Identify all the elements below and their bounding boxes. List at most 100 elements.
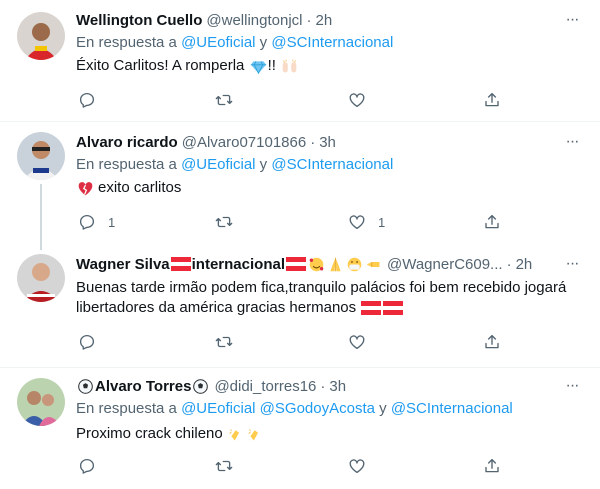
more-options-button[interactable]: ··· — [562, 132, 582, 152]
mention-link[interactable]: @SCInternacional — [391, 400, 513, 417]
tweet-text-part: Éxito Carlitos! A romperla — [76, 57, 249, 74]
flag-austria-icon — [361, 301, 382, 316]
retweet-icon — [215, 336, 233, 348]
heart-icon — [349, 215, 365, 230]
share-icon — [485, 214, 499, 229]
reply-button[interactable] — [78, 456, 108, 476]
tweet[interactable]: Alvaro Torres @didi_torres16 · 3h ··· En… — [0, 368, 600, 489]
user-name-suffix[interactable]: internacional — [192, 256, 285, 273]
reply-icon — [79, 334, 95, 350]
user-handle[interactable]: @wellingtonjcl — [206, 12, 302, 29]
mention-link[interactable]: @UEoficial — [181, 400, 255, 417]
tweet-feed: Wellington Cuello @wellingtonjcl · 2h ··… — [0, 0, 600, 489]
soccer-ball-icon — [193, 378, 209, 394]
like-count: 1 — [378, 214, 386, 230]
tweet[interactable]: Alvaro ricardo @Alvaro07101866 · 3h ··· … — [0, 122, 600, 250]
reply-button[interactable]: 1 — [78, 212, 115, 232]
reply-context: En respuesta a @UEoficial y @SCInternaci… — [76, 34, 393, 51]
mention-link[interactable]: @UEoficial — [181, 156, 255, 173]
like-button[interactable] — [348, 332, 378, 352]
reply-context: En respuesta a @UEoficial @SGodoyAcosta … — [76, 400, 513, 417]
like-button[interactable]: 1 — [348, 212, 385, 232]
share-button[interactable] — [483, 332, 501, 352]
mention-link[interactable]: @SCInternacional — [271, 156, 393, 173]
reply-icon — [79, 458, 95, 474]
tweet-text-part: Buenas tarde irmão podem fica,tranquilo … — [76, 279, 567, 316]
thread-connector — [40, 184, 42, 250]
timestamp[interactable]: 3h — [329, 378, 346, 395]
user-name[interactable]: Alvaro ricardo — [76, 134, 178, 151]
retweet-icon — [215, 94, 233, 106]
reply-join: y — [255, 156, 272, 173]
mention-link[interactable]: @UEoficial — [181, 34, 255, 51]
user-name[interactable]: Wagner Silva — [76, 256, 170, 273]
tweet-header: Alvaro ricardo @Alvaro07101866 · 3h — [76, 132, 336, 152]
reply-join: y — [374, 400, 391, 417]
avatar-image — [17, 378, 65, 426]
tweet-actions — [76, 90, 516, 110]
reply-prefix: En respuesta a — [76, 156, 182, 173]
clapping-hands-icon — [229, 428, 239, 440]
share-button[interactable] — [483, 456, 501, 476]
user-handle[interactable]: @Alvaro07101866 — [182, 134, 306, 151]
like-button[interactable] — [348, 456, 378, 476]
avatar[interactable] — [17, 378, 65, 426]
tweet-actions — [76, 332, 516, 352]
share-icon — [485, 458, 499, 473]
reply-context: En respuesta a @UEoficial y @SCInternaci… — [76, 156, 393, 173]
smiling-face-with-hearts-icon — [309, 257, 324, 271]
share-button[interactable] — [483, 90, 501, 110]
mention-link[interactable]: @SGodoyAcosta — [260, 400, 375, 417]
tweet[interactable]: Wagner Silva internacional @WagnerC609..… — [0, 248, 600, 366]
reply-prefix: En respuesta a — [76, 34, 182, 51]
tweet[interactable]: Wellington Cuello @wellingtonjcl · 2h ··… — [0, 0, 600, 120]
clapping-hands-icon — [248, 428, 258, 440]
tweet-text-part: Proximo crack chileno — [76, 425, 227, 442]
retweet-button[interactable] — [215, 332, 233, 352]
share-button[interactable] — [483, 212, 501, 232]
flag-austria-icon — [383, 301, 404, 316]
retweet-button[interactable] — [215, 456, 233, 476]
retweet-icon — [215, 216, 233, 228]
reply-icon — [79, 214, 95, 230]
reply-button[interactable] — [78, 90, 108, 110]
avatar[interactable] — [17, 132, 65, 180]
tweet-text-part: exito carlitos — [98, 179, 182, 196]
gem-stone-icon — [250, 60, 266, 74]
folded-hands-icon — [330, 257, 341, 271]
tweet-header: Alvaro Torres @didi_torres16 · 3h — [76, 376, 346, 396]
broken-heart-icon — [78, 181, 93, 195]
avatar-image — [17, 132, 65, 180]
timestamp[interactable]: 2h — [316, 12, 333, 29]
tweet-text: Buenas tarde irmão podem fica,tranquilo … — [76, 278, 586, 318]
more-options-button[interactable]: ··· — [562, 376, 582, 396]
retweet-button[interactable] — [215, 212, 233, 232]
avatar[interactable] — [17, 254, 65, 302]
more-options-button[interactable]: ··· — [562, 254, 582, 274]
share-icon — [485, 92, 499, 107]
user-name[interactable]: Wellington Cuello — [76, 12, 202, 29]
more-options-button[interactable]: ··· — [562, 10, 582, 30]
tweet-text: exito carlitos — [76, 178, 586, 198]
reply-button[interactable] — [78, 332, 108, 352]
tweet-header: Wagner Silva internacional @WagnerC609..… — [76, 254, 532, 274]
reply-join: y — [255, 34, 272, 51]
user-handle[interactable]: @WagnerC609... — [387, 256, 503, 273]
avatar-image — [17, 254, 65, 302]
retweet-icon — [215, 460, 233, 472]
timestamp[interactable]: 3h — [319, 134, 336, 151]
backhand-index-left-icon — [366, 261, 380, 267]
user-handle[interactable]: @didi_torres16 — [214, 378, 316, 395]
mention-link[interactable]: @SCInternacional — [271, 34, 393, 51]
retweet-button[interactable] — [215, 90, 233, 110]
tweet-actions — [76, 456, 516, 476]
like-button[interactable] — [348, 90, 378, 110]
separator-dot: · — [506, 255, 512, 273]
user-name[interactable]: Alvaro Torres — [95, 378, 191, 395]
timestamp[interactable]: 2h — [516, 256, 533, 273]
avatar[interactable] — [17, 12, 65, 60]
reply-count: 1 — [108, 214, 116, 230]
heart-icon — [349, 459, 365, 474]
tweet-text: Éxito Carlitos! A romperla !! — [76, 56, 586, 76]
reply-prefix: En respuesta a — [76, 400, 182, 417]
